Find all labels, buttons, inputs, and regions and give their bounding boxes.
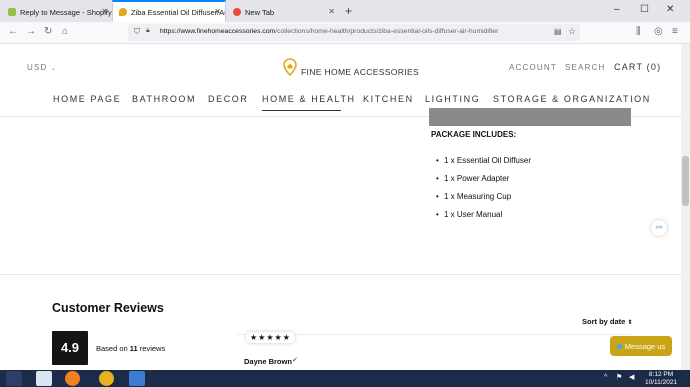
review-card: [236, 334, 631, 374]
logo-pin-icon[interactable]: [283, 58, 297, 76]
tab-title: Ziba Essential Oil Diffuser/Air H: [131, 7, 226, 17]
clock-time: 8:12 PM: [648, 371, 674, 378]
shield-icon[interactable]: ⛉: [134, 27, 140, 37]
nav-decor[interactable]: DECOR: [208, 94, 249, 104]
reviews-suffix: reviews: [137, 344, 166, 353]
sort-arrows-icon: ⇕: [627, 320, 633, 326]
reader-view-icon[interactable]: ▤: [554, 27, 562, 36]
message-us-label: Message us: [624, 341, 666, 351]
chevron-down-icon: ⌄: [50, 66, 58, 72]
scrollbar-thumb[interactable]: [682, 156, 689, 206]
verified-check-icon: ✔: [292, 357, 298, 364]
lock-icon[interactable]: 🔒︎: [146, 27, 150, 35]
review-stars: ★★★★★: [246, 332, 295, 343]
nav-home-health[interactable]: HOME & HEALTH: [262, 94, 356, 104]
account-icon[interactable]: ◎: [654, 26, 663, 37]
library-icon[interactable]: ⫼: [636, 26, 641, 37]
menu-icon[interactable]: ≡: [672, 26, 678, 37]
based-on-reviews-text: Based on 11 reviews: [96, 344, 165, 353]
package-item: 1 x User Manual: [436, 210, 502, 219]
new-tab-favicon-icon: [233, 8, 241, 16]
package-item: 1 x Essential Oil Diffuser: [436, 156, 531, 165]
package-item: 1 x Power Adapter: [436, 174, 509, 183]
windows-taskbar: ^ ⚑ ◀ 8:12 PM 10/11/2021: [0, 370, 690, 387]
sort-by-date-dropdown[interactable]: Sort by date ⇕: [582, 317, 632, 326]
firefox-icon[interactable]: [65, 371, 80, 386]
url-path: /collections/home-health/products/ziba-e…: [275, 28, 499, 35]
store-page: USD ⌄ FINE HOME ACCESSORIES ACCOUNT SEAR…: [0, 44, 690, 370]
review-count: 11: [129, 344, 138, 353]
url-domain: https://www.finehomeaccessories.com: [160, 28, 276, 35]
average-rating-badge: 4.9: [52, 331, 88, 365]
nav-bathroom[interactable]: BATHROOM: [132, 94, 196, 104]
package-item: 1 x Measuring Cup: [436, 192, 511, 201]
nav-kitchen[interactable]: KITCHEN: [363, 94, 414, 104]
reviewer-name: Dayne Brown: [244, 357, 292, 366]
close-tab-icon[interactable]: ✕: [214, 7, 221, 16]
close-tab-icon[interactable]: ✕: [101, 7, 108, 16]
message-us-button[interactable]: Message us: [610, 336, 672, 356]
forward-icon[interactable]: →: [26, 26, 36, 37]
back-icon[interactable]: ←: [8, 26, 18, 37]
share-icon[interactable]: ⚯: [651, 220, 667, 236]
nav-storage-organization[interactable]: STORAGE & ORGANIZATION: [493, 94, 651, 104]
currency-selector[interactable]: USD ⌄: [27, 63, 57, 72]
tray-flag-icon[interactable]: ⚑: [616, 373, 622, 381]
start-button-icon[interactable]: [6, 371, 22, 386]
customer-reviews-title: Customer Reviews: [52, 301, 164, 315]
based-on-prefix: Based on: [96, 344, 130, 353]
url-text: https://www.finehomeaccessories.com/coll…: [160, 28, 498, 35]
file-explorer-icon[interactable]: [36, 371, 52, 386]
address-bar[interactable]: ⛉ 🔒︎ https://www.finehomeaccessories.com…: [128, 24, 580, 41]
browser-toolbar: ← → ↻ ⌂ ⛉ 🔒︎ https://www.finehomeaccesso…: [0, 22, 690, 44]
tab-title: New Tab: [245, 7, 275, 17]
home-icon[interactable]: ⌂: [62, 26, 68, 37]
description-image-strip: [429, 108, 631, 126]
bookmark-star-icon[interactable]: ☆: [568, 26, 576, 37]
nav-home-page[interactable]: HOME PAGE: [53, 94, 121, 104]
active-nav-underline: [262, 110, 341, 111]
logo-text[interactable]: FINE HOME ACCESSORIES: [301, 67, 419, 77]
chat-status-icon: [616, 343, 622, 349]
close-tab-icon[interactable]: ✕: [328, 7, 335, 16]
close-window-icon[interactable]: ✕: [666, 4, 674, 15]
sort-label: Sort by date: [582, 317, 626, 326]
volume-icon[interactable]: ◀: [629, 373, 634, 381]
taskbar-app-icon[interactable]: [129, 371, 145, 386]
taskbar-clock[interactable]: 8:12 PM 10/11/2021: [645, 371, 677, 386]
nav-lighting[interactable]: LIGHTING: [425, 94, 480, 104]
account-link[interactable]: ACCOUNT: [509, 63, 557, 72]
section-divider: [0, 274, 690, 275]
browser-tab-shopify[interactable]: Reply to Message - Shopify Co ✕: [2, 2, 112, 22]
clock-date: 10/11/2021: [645, 378, 678, 386]
tab-title: Reply to Message - Shopify Co: [20, 7, 112, 17]
reload-icon[interactable]: ↻: [44, 26, 52, 37]
new-tab-button[interactable]: +: [345, 4, 352, 18]
page-scrollbar[interactable]: [681, 44, 690, 370]
minimize-icon[interactable]: –: [614, 4, 620, 15]
chrome-icon[interactable]: [99, 371, 114, 386]
shopify-favicon-icon: [8, 8, 16, 16]
browser-tab-strip: Reply to Message - Shopify Co ✕ Ziba Ess…: [0, 0, 690, 22]
cart-link[interactable]: CART (0): [614, 62, 661, 72]
browser-tab-new[interactable]: New Tab ✕: [227, 2, 339, 22]
maximize-icon[interactable]: ☐: [640, 4, 649, 15]
store-favicon-icon: [119, 8, 127, 16]
browser-tab-ziba[interactable]: Ziba Essential Oil Diffuser/Air H ✕: [112, 0, 226, 22]
currency-label: USD: [27, 63, 48, 72]
package-includes-heading: PACKAGE INCLUDES:: [431, 130, 517, 139]
tray-chevron-icon[interactable]: ^: [604, 374, 607, 381]
search-link[interactable]: SEARCH: [565, 63, 606, 72]
